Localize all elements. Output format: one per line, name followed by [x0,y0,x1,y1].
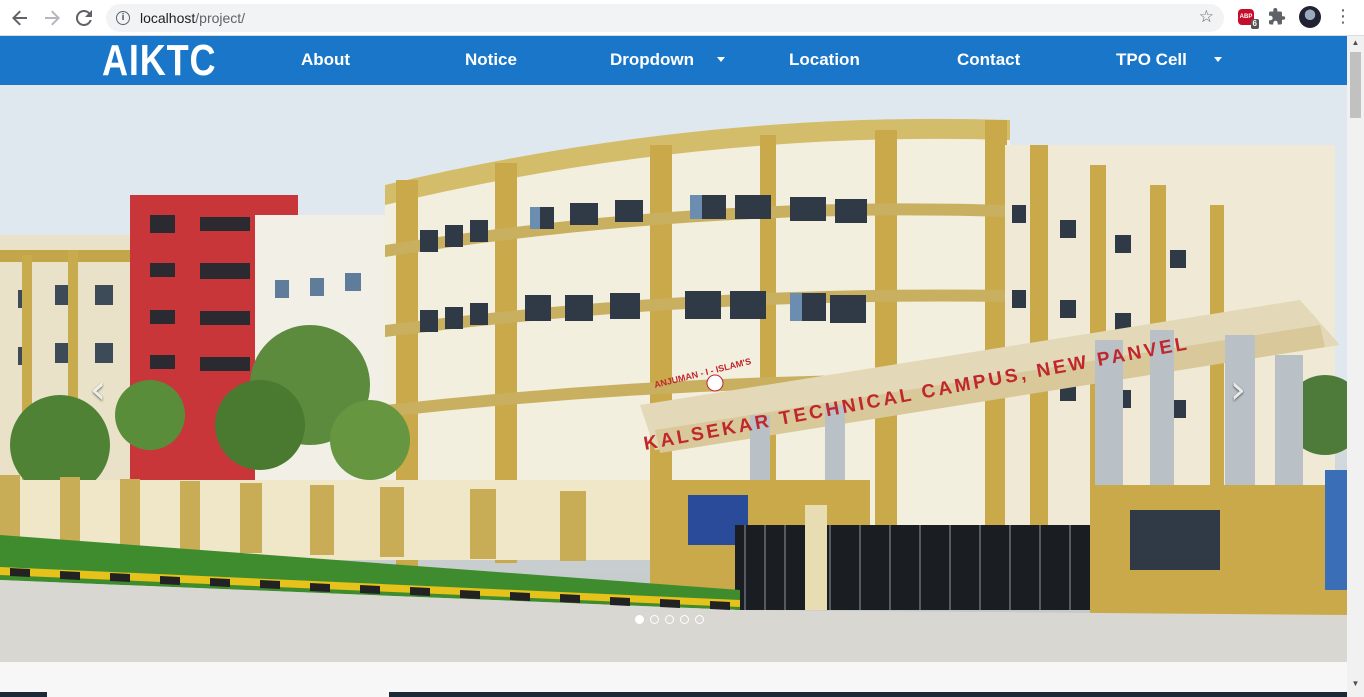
carousel-indicator-1[interactable] [635,615,644,624]
nav-about[interactable]: About [301,36,350,85]
campus-building-image: KALSEKAR TECHNICAL CAMPUS, NEW PANVEL AN… [0,85,1347,662]
browser-toolbar: i localhost/project/ ☆ ABP 6 ⋮ [0,0,1364,36]
adblock-badge: 6 [1250,19,1259,29]
nav-contact[interactable]: Contact [957,36,1020,85]
info-icon[interactable]: i [116,11,130,25]
address-bar[interactable]: i localhost/project/ ☆ [106,4,1224,32]
light-section-bar [47,692,389,697]
carousel-indicator-4[interactable] [680,615,689,624]
dropdown-caret-icon[interactable] [717,57,725,62]
carousel-indicator-2[interactable] [650,615,659,624]
carousel-next-control[interactable]: › [1230,370,1246,410]
nav-dropdown[interactable]: Dropdown [610,36,694,85]
tpo-caret-icon[interactable] [1214,57,1222,62]
scrollbar-thumb[interactable] [1350,52,1361,118]
back-icon[interactable] [7,5,33,31]
nav-notice[interactable]: Notice [465,36,517,85]
page-scrollbar[interactable] [1347,36,1364,697]
nav-location[interactable]: Location [789,36,860,85]
carousel-indicator-3[interactable] [665,615,674,624]
puzzle-icon[interactable] [1268,7,1288,27]
nav-tpo-cell[interactable]: TPO Cell [1116,36,1187,85]
carousel-indicator-5[interactable] [695,615,704,624]
reload-icon[interactable] [71,5,97,31]
bookmark-star-icon[interactable]: ☆ [1199,7,1214,27]
hero-carousel[interactable]: KALSEKAR TECHNICAL CAMPUS, NEW PANVEL AN… [0,85,1347,662]
site-navbar: AIKTC About Notice Dropdown Location Con… [0,36,1347,85]
brand-logo[interactable]: AIKTC [102,36,216,85]
forward-icon[interactable] [39,5,65,31]
adblock-icon[interactable]: ABP 6 [1238,9,1259,29]
scroll-down-icon[interactable]: ▼ [1350,679,1361,689]
url-text[interactable]: localhost/project/ [140,10,245,26]
kebab-menu-icon[interactable]: ⋮ [1334,6,1352,28]
carousel-indicators [635,615,704,624]
carousel-prev-control[interactable]: ‹ [90,370,106,410]
profile-avatar[interactable] [1299,6,1321,28]
scroll-up-icon[interactable]: ▲ [1350,38,1361,48]
